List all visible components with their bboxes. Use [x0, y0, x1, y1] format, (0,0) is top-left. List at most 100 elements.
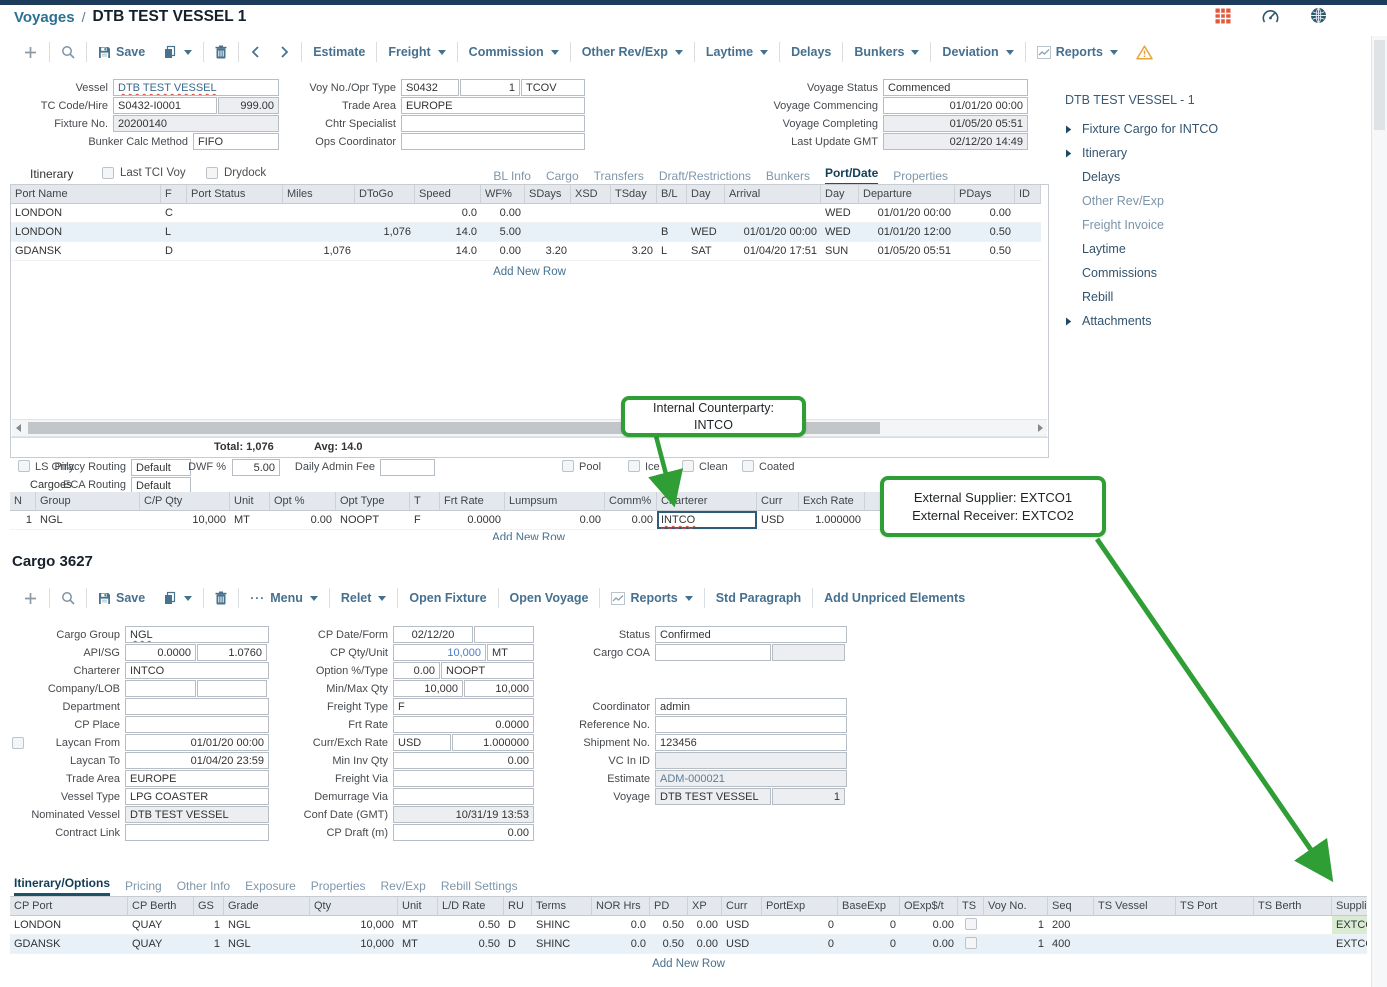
col-day[interactable]: Day: [821, 185, 859, 204]
tc-code-hire-field[interactable]: S0432-I0001: [113, 97, 217, 114]
cell-dtogo[interactable]: [355, 204, 415, 223]
col-oexp-t[interactable]: OExp$/t: [900, 897, 958, 916]
cell-b-l[interactable]: L: [657, 242, 687, 261]
col-port-name[interactable]: Port Name: [11, 185, 161, 204]
cell-departure[interactable]: 01/01/20 00:00: [859, 204, 955, 223]
scroll-left-icon[interactable]: [16, 424, 21, 432]
cell-ru[interactable]: D: [504, 916, 532, 935]
sidebar-item-laytime[interactable]: Laytime: [1065, 237, 1355, 261]
col-c-p-qty[interactable]: C/P Qty: [140, 492, 230, 511]
cell-pd[interactable]: 0.50: [650, 935, 688, 954]
previous-button[interactable]: [241, 39, 270, 65]
col-dtogo[interactable]: DToGo: [355, 185, 415, 204]
cargo-coa-field[interactable]: [655, 644, 771, 661]
trade-area-field[interactable]: EUROPE: [125, 770, 269, 787]
cargo-group-field[interactable]: NGL: [125, 626, 269, 643]
col-speed[interactable]: Speed: [415, 185, 481, 204]
col-port-status[interactable]: Port Status: [187, 185, 283, 204]
min-inv-qty-field[interactable]: 0.00: [393, 752, 534, 769]
col-seq[interactable]: Seq: [1048, 897, 1094, 916]
cell-comm[interactable]: 0.00: [605, 511, 657, 530]
cell-tsday[interactable]: [611, 204, 657, 223]
col-voy-no[interactable]: Voy No.: [984, 897, 1048, 916]
cell-gs[interactable]: 1: [194, 935, 224, 954]
cell-day[interactable]: WED: [821, 223, 859, 242]
cell-group[interactable]: NGL: [36, 511, 140, 530]
cell-arrival[interactable]: 01/04/20 17:51: [725, 242, 821, 261]
col-arrival[interactable]: Arrival: [725, 185, 821, 204]
piracy-routing-field[interactable]: Default: [131, 459, 191, 476]
cell-opt-type[interactable]: NOOPT: [336, 511, 410, 530]
cell-ts-port[interactable]: [1176, 935, 1254, 954]
tab-rev-exp[interactable]: Rev/Exp: [381, 879, 426, 896]
cell-id[interactable]: [1015, 204, 1041, 223]
col-tsday[interactable]: TSday: [611, 185, 657, 204]
cell-miles[interactable]: [283, 223, 355, 242]
sidebar-item-freight-invoice[interactable]: Freight Invoice: [1065, 213, 1355, 237]
reports-button[interactable]: Reports: [1028, 39, 1127, 65]
cell-tsday[interactable]: 3.20: [611, 242, 657, 261]
vc-in-id-field[interactable]: [655, 752, 847, 769]
cell-xsd[interactable]: [571, 242, 611, 261]
voy-no-opr-type-field[interactable]: S0432: [401, 79, 459, 96]
commission-button[interactable]: Commission: [460, 39, 568, 65]
col-opt-type[interactable]: Opt Type: [336, 492, 410, 511]
cell-arrival[interactable]: 01/01/20 00:00: [725, 223, 821, 242]
bunker-calc-method-field[interactable]: FIFO: [193, 133, 279, 150]
dashboard-gauge-icon[interactable]: [1261, 8, 1280, 24]
conf-date-gmt-field[interactable]: 10/31/19 13:53: [393, 806, 534, 823]
col-supplier-rcv[interactable]: Supplier/Rcv: [1332, 897, 1367, 916]
trade-area-field[interactable]: EUROPE: [401, 97, 585, 114]
cell-speed[interactable]: 0.0: [415, 204, 481, 223]
cell-grade[interactable]: NGL: [224, 935, 310, 954]
cell-qty[interactable]: 10,000: [310, 935, 398, 954]
ops-coordinator-field[interactable]: [401, 133, 585, 150]
department-field[interactable]: [125, 698, 269, 715]
min-max-qty-field[interactable]: 10,000: [393, 680, 463, 697]
cell-day[interactable]: [687, 204, 725, 223]
cell-grade[interactable]: NGL: [224, 916, 310, 935]
col-sdays[interactable]: SDays: [525, 185, 571, 204]
cell-b-l[interactable]: B: [657, 223, 687, 242]
cell-opt[interactable]: 0.00: [270, 511, 336, 530]
cell-f[interactable]: D: [161, 242, 187, 261]
cell-port-name[interactable]: LONDON: [11, 223, 161, 242]
voy-no-opr-type-field[interactable]: 1: [460, 79, 520, 96]
status-field[interactable]: Confirmed: [655, 626, 847, 643]
tab-exposure[interactable]: Exposure: [245, 879, 296, 896]
frt-rate-field[interactable]: 0.0000: [393, 716, 534, 733]
cell-sdays[interactable]: [525, 204, 571, 223]
vessel-field[interactable]: DTB TEST VESSEL: [113, 79, 279, 96]
deviation-button[interactable]: Deviation: [933, 39, 1022, 65]
tab-itinerary-options[interactable]: Itinerary/Options: [14, 876, 110, 896]
col-b-l[interactable]: B/L: [657, 185, 687, 204]
cell-id[interactable]: [1015, 223, 1041, 242]
reference-no-field[interactable]: [655, 716, 847, 733]
col-portexp[interactable]: PortExp: [762, 897, 838, 916]
cell-departure[interactable]: 01/05/20 05:51: [859, 242, 955, 261]
company-lob-field[interactable]: [125, 680, 196, 697]
save-button[interactable]: Save: [89, 585, 154, 611]
col-nor-hrs[interactable]: NOR Hrs: [592, 897, 650, 916]
cell-curr[interactable]: USD: [722, 935, 762, 954]
vertical-scrollbar-thumb[interactable]: [1374, 40, 1385, 130]
col-n[interactable]: N: [10, 492, 36, 511]
search-button[interactable]: [52, 39, 84, 65]
cell-portexp[interactable]: 0: [762, 935, 838, 954]
cell-port-name[interactable]: LONDON: [11, 204, 161, 223]
cell-curr[interactable]: USD: [722, 916, 762, 935]
cell-supplier-rcv[interactable]: EXTCO2: [1332, 935, 1367, 954]
expand-arrow-icon[interactable]: [1065, 125, 1074, 134]
cell-f[interactable]: C: [161, 204, 187, 223]
freight-button[interactable]: Freight: [379, 39, 454, 65]
bunkers-button[interactable]: Bunkers: [845, 39, 928, 65]
delays-button[interactable]: Delays: [782, 39, 840, 65]
col-miles[interactable]: Miles: [283, 185, 355, 204]
min-max-qty-field[interactable]: 10,000: [464, 680, 534, 697]
demurrage-via-field[interactable]: [393, 788, 534, 805]
cargo-add-new-row-link[interactable]: Add New Row: [10, 958, 1367, 970]
cell-arrival[interactable]: [725, 204, 821, 223]
cell-cp-port[interactable]: LONDON: [10, 916, 128, 935]
cell-xp[interactable]: 0.00: [688, 935, 722, 954]
cell-ts-vessel[interactable]: [1094, 935, 1176, 954]
